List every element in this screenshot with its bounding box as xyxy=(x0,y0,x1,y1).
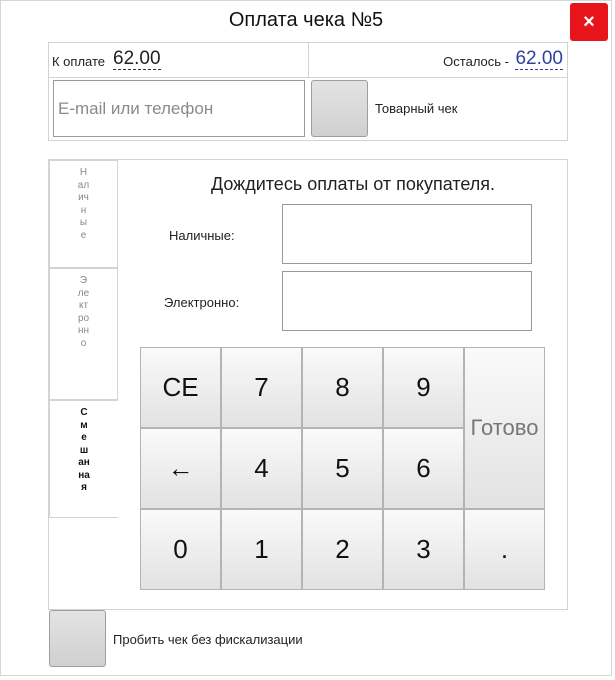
divider xyxy=(308,43,309,77)
wait-message: Дождитесь оплаты от покупателя. xyxy=(210,174,496,194)
summary-panel: К оплате 62.00 Осталось - 62.00 Товарный… xyxy=(48,42,568,141)
electronic-field[interactable] xyxy=(282,271,532,331)
to-pay-label: К оплате xyxy=(52,54,106,69)
key-1[interactable]: 1 xyxy=(221,509,302,590)
key-6[interactable]: 6 xyxy=(383,428,464,509)
tab-cash-label: Наличные xyxy=(77,167,90,241)
close-icon[interactable]: × xyxy=(570,3,608,41)
tab-mixed[interactable]: Смешанная xyxy=(49,400,118,518)
remaining-value[interactable]: 62.00 xyxy=(515,48,563,70)
payment-dialog: Оплата чека №5 × К оплате 62.00 Осталось… xyxy=(0,0,612,676)
key-7[interactable]: 7 xyxy=(221,347,302,428)
receipt-checkbox[interactable] xyxy=(311,80,368,137)
remaining-label: Осталось - xyxy=(443,54,509,69)
no-fiscal-label: Пробить чек без фискализации xyxy=(113,632,303,647)
contact-input[interactable] xyxy=(53,80,305,137)
done-button[interactable]: Готово xyxy=(464,347,545,509)
key-ce[interactable]: CE xyxy=(140,347,221,428)
key-dot[interactable]: . xyxy=(464,509,545,590)
key-5[interactable]: 5 xyxy=(302,428,383,509)
cash-label: Наличные: xyxy=(169,228,235,243)
key-9[interactable]: 9 xyxy=(383,347,464,428)
payment-panel: Наличные Электронно Смешанная Дождитесь … xyxy=(48,159,568,610)
tab-electronic-label: Электронно xyxy=(77,275,90,349)
key-8[interactable]: 8 xyxy=(302,347,383,428)
tab-cash[interactable]: Наличные xyxy=(49,160,118,268)
tab-mixed-label: Смешанная xyxy=(78,407,90,493)
tab-electronic[interactable]: Электронно xyxy=(49,268,118,400)
no-fiscal-checkbox[interactable] xyxy=(49,610,106,667)
electronic-label: Электронно: xyxy=(164,295,240,310)
key-3[interactable]: 3 xyxy=(383,509,464,590)
to-pay-value[interactable]: 62.00 xyxy=(113,48,161,70)
divider xyxy=(49,77,567,78)
key-0[interactable]: 0 xyxy=(140,509,221,590)
key-4[interactable]: 4 xyxy=(221,428,302,509)
cash-field[interactable] xyxy=(282,204,532,264)
receipt-label: Товарный чек xyxy=(375,101,458,116)
backspace-key[interactable]: ← xyxy=(140,428,221,509)
key-2[interactable]: 2 xyxy=(302,509,383,590)
dialog-title: Оплата чека №5 xyxy=(228,9,384,31)
